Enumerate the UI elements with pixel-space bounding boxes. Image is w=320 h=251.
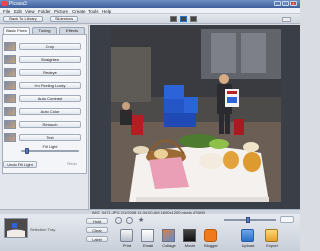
toolbar: Back To Library Slideshow [0, 14, 300, 24]
back-to-library-button[interactable]: Back To Library [3, 16, 43, 22]
print-label: Print [122, 243, 132, 248]
collage-icon[interactable] [162, 229, 175, 242]
redeye-button[interactable]: Redeye [19, 69, 81, 76]
menu-edit[interactable]: Edit [14, 9, 22, 14]
tray-thumbnail[interactable] [4, 218, 28, 238]
crop-button[interactable]: Crop [19, 43, 81, 50]
retouch-button[interactable]: Retouch [19, 121, 81, 128]
text-label: Text [46, 135, 54, 140]
feeling-lucky-button[interactable]: I'm Feeling Lucky [19, 82, 81, 89]
contrast-icon [4, 94, 16, 103]
color-icon [4, 107, 16, 116]
label-button[interactable]: Label [86, 236, 108, 242]
tab-tuning[interactable]: Tuning [32, 27, 57, 34]
menu-folder[interactable]: Folder [38, 9, 51, 14]
next-thumbnail[interactable] [190, 16, 197, 22]
clear-label: Clear [92, 228, 102, 233]
print-icon[interactable] [120, 229, 133, 242]
back-to-library-label: Back To Library [9, 16, 37, 21]
redeye-icon [4, 68, 16, 77]
retouch-label: Retouch [42, 122, 58, 127]
view-toggle-icon[interactable] [282, 17, 291, 22]
zoom-slider-thumb[interactable] [245, 217, 250, 223]
menu-picture[interactable]: Picture [54, 9, 68, 14]
tray-caption: Selection Tray [30, 227, 56, 232]
redo-button[interactable]: Redo [63, 161, 81, 168]
blogger-icon[interactable] [204, 229, 217, 242]
close-button[interactable]: × [290, 1, 297, 6]
movie-icon[interactable] [183, 229, 196, 242]
crop-label: Crop [45, 44, 55, 49]
undo-label: Undo Fill Light [7, 162, 33, 167]
fill-light-slider[interactable] [21, 148, 79, 154]
auto-color-label: Auto Color [40, 109, 60, 114]
movie-label: Movie [184, 243, 196, 248]
slideshow-label: Slideshow [54, 16, 74, 21]
blogger-label: Blogger [204, 243, 218, 248]
menu-file[interactable]: File [3, 9, 10, 14]
maximize-button[interactable]: □ [282, 1, 289, 6]
redo-label: Redo [67, 161, 77, 166]
straighten-button[interactable]: Straighten [19, 56, 81, 63]
minimize-button[interactable]: – [274, 1, 281, 6]
text-icon [4, 133, 16, 142]
tray-thumbnail-image [5, 219, 27, 237]
zoom-slider[interactable] [224, 217, 276, 223]
menu-view[interactable]: View [25, 9, 35, 14]
hold-button[interactable]: Hold [86, 218, 108, 224]
photo[interactable] [111, 27, 281, 202]
title-bar: Picasa3 – □ × [0, 0, 300, 8]
crop-icon [4, 42, 16, 51]
current-thumbnail[interactable] [180, 16, 187, 22]
prev-thumbnail[interactable] [170, 16, 177, 22]
hold-label: Hold [92, 219, 102, 224]
text-button[interactable]: Text [19, 134, 81, 141]
window-title: Picasa3 [9, 1, 27, 7]
fit-view-button[interactable] [280, 216, 294, 223]
tab-effects-label: Effects [65, 28, 79, 33]
auto-contrast-label: Auto Contrast [37, 96, 63, 101]
feeling-lucky-label: I'm Feeling Lucky [34, 83, 66, 88]
menu-help[interactable]: Help [102, 9, 111, 14]
tab-basic-fixes[interactable]: Basic Fixes [3, 27, 30, 34]
upload-icon[interactable] [241, 229, 254, 242]
photo-image [111, 27, 281, 202]
collage-label: Collage [162, 243, 176, 248]
lucky-icon [4, 81, 16, 90]
menu-tools[interactable]: Tools [88, 9, 99, 14]
rotate-left-icon[interactable] [115, 217, 122, 224]
export-icon[interactable] [265, 229, 278, 242]
photo-viewer: Make a caption! [90, 25, 300, 230]
clear-button[interactable]: Clear [86, 227, 108, 233]
undo-fill-light-button[interactable]: Undo Fill Light [3, 161, 37, 168]
retouch-icon [4, 120, 16, 129]
redeye-label: Redeye [43, 70, 57, 75]
selection-tray: Selection Tray Hold Clear Label ★ Print … [0, 214, 300, 251]
rotate-right-icon[interactable] [126, 217, 133, 224]
menu-create[interactable]: Create [72, 9, 86, 14]
auto-color-button[interactable]: Auto Color [19, 108, 81, 115]
slideshow-button[interactable]: Slideshow [50, 16, 78, 22]
edit-panel: Basic Fixes Tuning Effects Crop Straight… [0, 25, 89, 209]
email-icon[interactable] [141, 229, 154, 242]
tab-basic-fixes-label: Basic Fixes [6, 28, 27, 33]
tab-effects[interactable]: Effects [59, 27, 85, 34]
straighten-icon [4, 55, 16, 64]
tab-tuning-label: Tuning [38, 28, 51, 33]
picasa-app-icon [2, 1, 7, 6]
auto-contrast-button[interactable]: Auto Contrast [19, 95, 81, 102]
label-label: Label [92, 237, 102, 242]
export-label: Export [266, 243, 278, 248]
email-label: Email [142, 243, 153, 248]
straighten-label: Straighten [40, 57, 60, 62]
upload-label: Upload [241, 243, 255, 248]
star-icon[interactable]: ★ [138, 216, 144, 224]
fill-light-slider-thumb[interactable] [25, 148, 30, 154]
